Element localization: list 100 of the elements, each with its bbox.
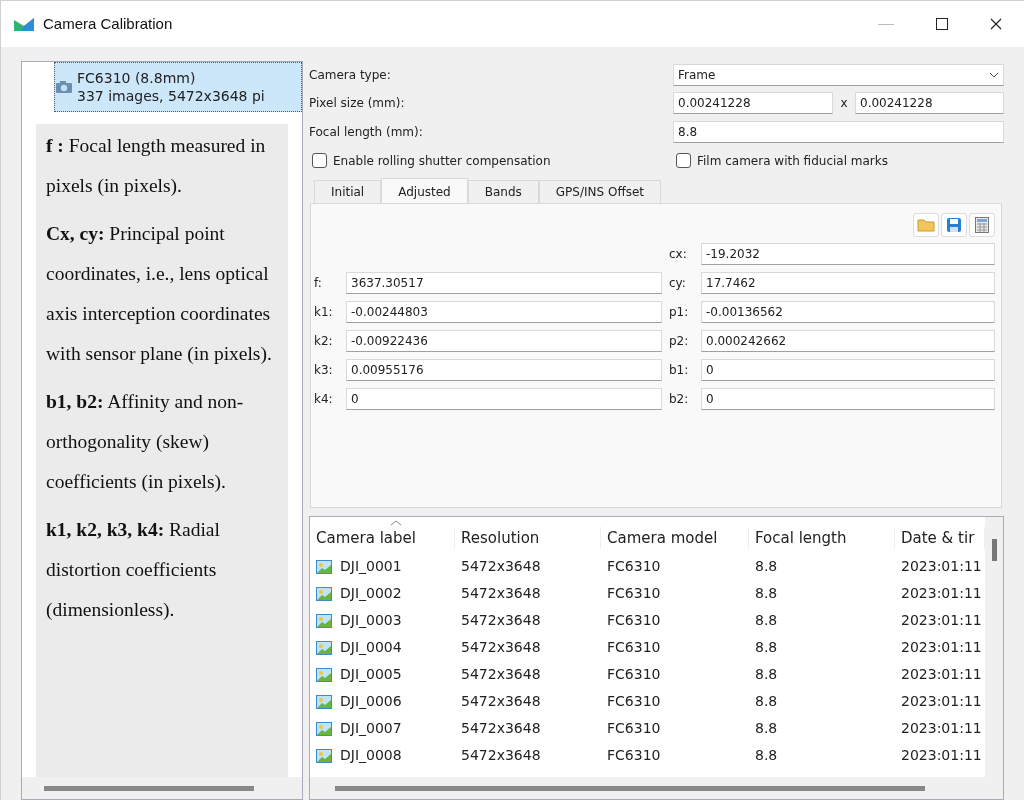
param-label: k2:	[314, 333, 334, 350]
scrollbar-thumb[interactable]	[44, 785, 254, 791]
checkbox[interactable]	[312, 153, 327, 168]
table-cell-text: 8.8	[755, 584, 778, 603]
input-field[interactable]: 0	[701, 388, 995, 410]
input-field[interactable]: 0.00241228	[673, 91, 833, 114]
table-cell-text: DJI_0004	[340, 638, 402, 657]
table-cell-text: 8.8	[755, 692, 778, 711]
table-cell-text: FC6310	[607, 665, 661, 684]
table-cell-text: 8.8	[755, 719, 778, 738]
app-logo-icon	[13, 16, 35, 32]
image-icon	[316, 748, 332, 763]
table-cell-text: FC6310	[607, 746, 661, 765]
input-field[interactable]: 0	[346, 388, 662, 410]
table-cell-text: 5472x3648	[461, 692, 541, 711]
param-label: b1:	[669, 362, 690, 379]
tab[interactable]: Adjusted	[381, 178, 468, 204]
table-cell-text: DJI_0001	[340, 557, 402, 576]
scrollbar-thumb[interactable]	[335, 785, 925, 791]
tab[interactable]: Bands	[467, 180, 539, 203]
separator-label: x	[839, 94, 849, 112]
param-label: b2:	[669, 391, 690, 408]
table-cell-text: FC6310	[607, 611, 661, 630]
param-label: f:	[314, 275, 323, 292]
calculator-icon	[975, 217, 989, 233]
table-cell-text: 5472x3648	[461, 611, 541, 630]
table-cell-text: FC6310	[607, 584, 661, 603]
chevron-down-icon	[989, 71, 999, 78]
scrollbar-thumb[interactable]	[991, 539, 997, 561]
table-cell-text: 8.8	[755, 665, 778, 684]
image-icon	[316, 586, 332, 601]
maximize-icon[interactable]	[936, 18, 948, 30]
param-label: p1:	[669, 304, 690, 321]
save-button[interactable]	[941, 213, 967, 237]
input-field[interactable]: 0.00241228	[855, 91, 1004, 114]
table-cell-text: 2023:01:11	[901, 557, 982, 576]
tab[interactable]: Initial	[314, 180, 382, 203]
tab[interactable]: GPS/INS Offset	[538, 180, 661, 203]
field-label: Pixel size (mm):	[309, 94, 406, 112]
input-field[interactable]: 0.000242662	[701, 330, 995, 352]
column-header[interactable]: Focal length	[749, 526, 895, 549]
image-icon	[316, 721, 332, 736]
table-cell-text: 5472x3648	[461, 746, 541, 765]
input-field[interactable]: 3637.30517	[346, 272, 662, 294]
checkbox-label: Enable rolling shutter compensation	[333, 152, 551, 170]
camera-details: 337 images, 5472x3648 pi	[77, 87, 265, 105]
input-field[interactable]: -19.2032	[701, 243, 995, 265]
table-cell-text: 5472x3648	[461, 584, 541, 603]
table-cell-text: 2023:01:11	[901, 665, 982, 684]
close-icon[interactable]	[990, 18, 1002, 30]
camera-name: FC6310 (8.8mm)	[77, 69, 197, 87]
table-cell-text: DJI_0005	[340, 665, 402, 684]
note-paragraph: Cx, cy: Principal point coordinates, i.e., lens optical axis interception coordinates with sensor plane (in pixels).	[46, 222, 273, 366]
table-cell-text: FC6310	[607, 719, 661, 738]
input-field[interactable]: -0.00244803	[346, 301, 662, 323]
input-field[interactable]: 17.7462	[701, 272, 995, 294]
image-icon	[316, 613, 332, 628]
column-header[interactable]: Camera model	[601, 526, 749, 549]
table-cell-text: FC6310	[607, 557, 661, 576]
table-cell-text: 5472x3648	[461, 557, 541, 576]
table-cell-text: DJI_0007	[340, 719, 402, 738]
image-icon	[316, 559, 332, 574]
input-field[interactable]: -0.00922436	[346, 330, 662, 352]
table-cell-text: FC6310	[607, 638, 661, 657]
table-cell-text: 5472x3648	[461, 638, 541, 657]
param-label: cx:	[669, 246, 688, 263]
input-field[interactable]: 0	[701, 359, 995, 381]
column-header[interactable]: Resolution	[455, 526, 601, 549]
field-label: Focal length (mm):	[309, 123, 424, 141]
input-field[interactable]: -0.00136562	[701, 301, 995, 323]
table-cell-text: DJI_0006	[340, 692, 402, 711]
table-cell-text: 8.8	[755, 557, 778, 576]
camera-icon	[55, 80, 73, 94]
table-cell-text: 8.8	[755, 638, 778, 657]
table-cell-text: DJI_0003	[340, 611, 402, 630]
input-field[interactable]: 0.00955176	[346, 359, 662, 381]
note-paragraph: b1, b2: Affinity and non-orthogonality (skew) coefficients (in pixels).	[46, 390, 245, 494]
calculator-button[interactable]	[969, 213, 995, 237]
checkbox[interactable]	[676, 153, 691, 168]
window-title: Camera Calibration	[43, 13, 173, 34]
sort-caret-icon	[390, 520, 402, 526]
input-field[interactable]: 8.8	[673, 120, 1004, 143]
note-paragraph: k1, k2, k3, k4: Radial distortion coefficients (dimensionless).	[46, 518, 221, 622]
table-cell-text: 5472x3648	[461, 719, 541, 738]
param-label: k1:	[314, 304, 334, 321]
folder-icon	[917, 218, 935, 232]
table-cell-text: DJI_0008	[340, 746, 402, 765]
column-header[interactable]: Camera label	[310, 526, 455, 549]
param-label: cy:	[669, 275, 687, 292]
camera-type-dropdown[interactable]: Frame	[673, 63, 1004, 86]
checkbox-label: Film camera with fiducial marks	[697, 152, 888, 170]
table-cell-text: 5472x3648	[461, 665, 541, 684]
table-cell-text: 2023:01:11	[901, 719, 982, 738]
table-cell-text: FC6310	[607, 692, 661, 711]
table-cell-text: 8.8	[755, 611, 778, 630]
tree-item[interactable]: FC6310 (8.8mm) 337 images, 5472x3648 pi	[54, 62, 302, 112]
table-cell-text: 2023:01:11	[901, 584, 982, 603]
param-label: p2:	[669, 333, 690, 350]
param-label: k4:	[314, 391, 334, 408]
param-label: k3:	[314, 362, 334, 379]
